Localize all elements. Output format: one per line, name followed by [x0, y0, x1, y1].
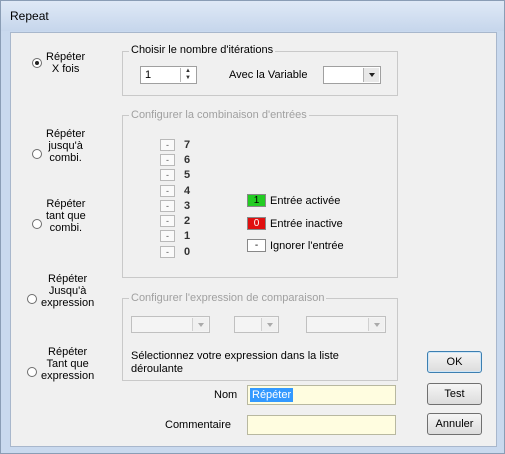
input-state-toggle[interactable]: -: [160, 168, 175, 181]
input-number: 3: [184, 199, 191, 212]
dropdown-button[interactable]: [368, 318, 384, 331]
mode-label: Répéter Jusqu'à expression: [41, 273, 95, 309]
chevron-down-icon: [266, 322, 273, 327]
mode-label: Répéter tant que combi.: [46, 198, 86, 234]
radio-button[interactable]: [32, 219, 42, 229]
input-state-toggle[interactable]: -: [160, 199, 175, 212]
mode-label: Répéter X fois: [46, 51, 86, 75]
input-number: 2: [184, 214, 191, 227]
input-number: 5: [184, 168, 191, 181]
dialog-body: Répéter X fois Répéter jusqu'à combi. Ré…: [10, 32, 497, 447]
window-title: Repeat: [10, 9, 49, 23]
input-number: 1: [184, 229, 191, 242]
input-state-toggle[interactable]: -: [160, 245, 175, 258]
ok-button[interactable]: OK: [427, 351, 482, 373]
input-number: 7: [184, 138, 191, 151]
dropdown-button[interactable]: [261, 318, 277, 331]
repeat-dialog: Repeat Répéter X fois Répéter jusqu'à co…: [0, 0, 505, 454]
expression-hint: Sélectionnez votre expression dans la li…: [131, 350, 339, 375]
legend-ignore: - Ignorer l'entrée: [247, 237, 344, 254]
input-row: - 1: [160, 227, 190, 244]
combination-group: Configurer la combinaison d'entrées - 7 …: [122, 109, 398, 278]
name-value: Répéter: [250, 388, 294, 402]
input-state-toggle[interactable]: -: [160, 214, 175, 227]
group-legend: Choisir le nombre d'itérations: [129, 44, 276, 56]
comment-label: Commentaire: [165, 419, 232, 431]
legend-active: 1 Entrée activée: [247, 192, 340, 209]
mode-label: Répéter Tant que expression: [41, 346, 95, 382]
ignore-swatch: -: [247, 239, 266, 252]
legend-label: Ignorer l'entrée: [270, 239, 344, 252]
expression-group: Configurer l'expression de comparaison S…: [122, 292, 398, 381]
dropdown-button[interactable]: [363, 68, 379, 82]
legend-label: Entrée inactive: [270, 217, 343, 230]
iterations-group: Choisir le nombre d'itérations 1 ▲ ▼ Ave…: [122, 44, 398, 96]
test-button[interactable]: Test: [427, 383, 482, 405]
radio-button[interactable]: [32, 149, 42, 159]
group-legend: Configurer la combinaison d'entrées: [129, 109, 309, 121]
input-number: 6: [184, 153, 191, 166]
input-state-toggle[interactable]: -: [160, 153, 175, 166]
group-legend: Configurer l'expression de comparaison: [129, 292, 327, 304]
chevron-down-icon: [373, 322, 380, 327]
mode-repeat-until-combination[interactable]: Répéter jusqu'à combi.: [32, 128, 85, 164]
chevron-down-icon: [368, 73, 375, 77]
spin-buttons[interactable]: ▲ ▼: [180, 68, 195, 82]
input-row: - 0: [160, 243, 190, 260]
mode-repeat-until-expression[interactable]: Répéter Jusqu'à expression: [27, 273, 94, 309]
input-number: 4: [184, 184, 191, 197]
variable-dropdown[interactable]: [323, 66, 381, 84]
operator-dropdown[interactable]: [234, 316, 279, 333]
operand-right-dropdown[interactable]: [306, 316, 386, 333]
input-number: 0: [184, 245, 191, 258]
mode-label: Répéter jusqu'à combi.: [46, 128, 86, 164]
mode-repeat-x-times[interactable]: Répéter X fois: [32, 51, 85, 75]
spin-down-icon[interactable]: ▼: [181, 75, 195, 82]
iterations-value: 1: [145, 69, 152, 81]
spin-up-icon[interactable]: ▲: [181, 68, 195, 75]
chevron-down-icon: [197, 322, 204, 327]
dropdown-button[interactable]: [192, 318, 208, 331]
active-swatch: 1: [247, 194, 266, 207]
input-state-toggle[interactable]: -: [160, 138, 175, 151]
input-state-toggle[interactable]: -: [160, 184, 175, 197]
radio-button[interactable]: [32, 58, 42, 68]
legend-label: Entrée activée: [270, 194, 341, 207]
input-state-toggle[interactable]: -: [160, 229, 175, 242]
comment-field[interactable]: [247, 415, 396, 435]
input-row: - 5: [160, 166, 190, 183]
iterations-spinner[interactable]: 1 ▲ ▼: [140, 66, 197, 84]
mode-repeat-while-expression[interactable]: Répéter Tant que expression: [27, 346, 94, 382]
title-bar[interactable]: Repeat: [1, 1, 504, 31]
mode-repeat-while-combination[interactable]: Répéter tant que combi.: [32, 198, 86, 234]
legend-inactive: 0 Entrée inactive: [247, 215, 343, 232]
name-label: Nom: [214, 389, 238, 401]
radio-button[interactable]: [27, 367, 37, 377]
cancel-button[interactable]: Annuler: [427, 413, 482, 435]
inactive-swatch: 0: [247, 217, 266, 230]
radio-button[interactable]: [27, 294, 37, 304]
variable-label: Avec la Variable: [229, 69, 308, 81]
operand-left-dropdown[interactable]: [131, 316, 210, 333]
name-field[interactable]: Répéter: [247, 385, 396, 405]
